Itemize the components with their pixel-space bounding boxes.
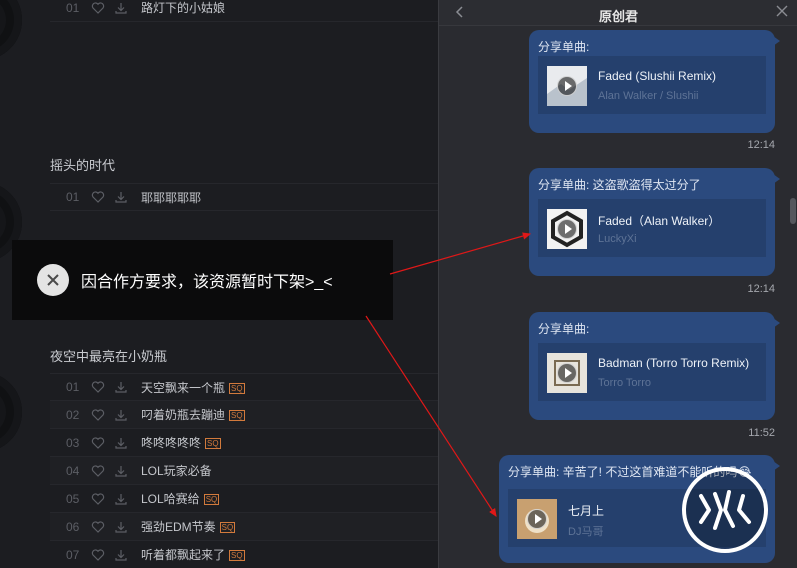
download-icon[interactable] xyxy=(114,1,128,15)
song-row[interactable]: 07 听着都飘起来了 SQ xyxy=(50,541,438,568)
message-timestamp: 12:14 xyxy=(747,283,775,295)
track-number: 07 xyxy=(66,547,80,562)
message-caption: 分享单曲: xyxy=(538,40,590,54)
watermark-logo xyxy=(682,467,768,553)
track-number: 01 xyxy=(66,190,80,204)
toast-notification: 因合作方要求，该资源暂时下架>_< xyxy=(12,240,393,320)
song-row[interactable]: 03 咚咚咚咚咚 SQ xyxy=(50,429,438,457)
album-title[interactable]: 摇头的时代 xyxy=(50,155,115,174)
song-title[interactable]: 天空飘来一个瓶 SQ xyxy=(141,379,245,396)
close-icon[interactable] xyxy=(776,5,788,17)
heart-icon[interactable] xyxy=(91,380,105,394)
song-title-text[interactable]: 听着都飘起来了 xyxy=(141,548,225,562)
heart-icon[interactable] xyxy=(91,1,105,15)
track-number: 06 xyxy=(66,519,80,534)
message-timestamp: 11:52 xyxy=(748,427,775,439)
shared-song-message: 分享单曲: Faded (Slushii Remix) Alan Walker … xyxy=(529,30,780,133)
sq-badge: SQ xyxy=(229,550,245,562)
play-icon[interactable] xyxy=(557,219,577,239)
song-title[interactable]: 耶耶耶耶耶 xyxy=(141,189,201,206)
heart-icon[interactable] xyxy=(91,464,105,478)
shared-song-message: 分享单曲: Badman (Torro Torro Remix) Torro T… xyxy=(529,312,780,420)
song-artist: DJ马哥 xyxy=(568,526,604,538)
song-artist: LuckyXi xyxy=(598,233,637,245)
song-title[interactable]: 咚咚咚咚咚 SQ xyxy=(141,434,221,451)
sq-badge: SQ xyxy=(229,382,245,394)
track-number: 01 xyxy=(66,380,80,394)
download-icon[interactable] xyxy=(114,492,128,506)
song-title-text[interactable]: 咚咚咚咚咚 xyxy=(141,436,201,450)
heart-icon[interactable] xyxy=(91,548,105,562)
download-icon[interactable] xyxy=(114,190,128,204)
song-card[interactable]: Badman (Torro Torro Remix) Torro Torro xyxy=(538,343,766,401)
heart-icon[interactable] xyxy=(91,190,105,204)
song-row[interactable]: 01 路灯下的小姑娘 xyxy=(50,0,438,22)
song-card[interactable]: Faded（Alan Walker） LuckyXi xyxy=(538,199,766,257)
album-cover xyxy=(547,353,587,393)
song-row[interactable]: 06 强劲EDM节奏 SQ xyxy=(50,513,438,541)
sq-badge: SQ xyxy=(219,522,236,534)
song-row[interactable]: 01 天空飘来一个瓶 SQ xyxy=(50,373,438,401)
chat-header: 原创君 xyxy=(439,0,797,26)
download-icon[interactable] xyxy=(114,520,128,534)
album-cover xyxy=(517,499,557,539)
track-number: 02 xyxy=(66,407,80,422)
chat-title: 原创君 xyxy=(598,9,638,24)
song-title[interactable]: LOL玩家必备 xyxy=(141,462,212,479)
album-cover xyxy=(547,66,587,106)
song-title: Badman (Torro Torro Remix) xyxy=(598,356,750,370)
shared-song-message: 分享单曲: 这盗歌盗得太过分了 Faded（Alan Walker） Lucky… xyxy=(529,168,780,276)
scrollbar-thumb[interactable] xyxy=(790,198,796,224)
track-number: 01 xyxy=(66,0,80,15)
play-icon[interactable] xyxy=(557,76,577,96)
sq-badge: SQ xyxy=(205,438,221,450)
song-artist: Torro Torro xyxy=(598,377,651,389)
song-title-text[interactable]: 强劲EDM节奏 xyxy=(141,520,216,534)
track-number: 03 xyxy=(66,435,80,450)
sq-badge: SQ xyxy=(203,494,220,506)
download-icon[interactable] xyxy=(114,464,128,478)
song-row[interactable]: 05 LOL哈赛给 SQ xyxy=(50,485,438,513)
play-icon[interactable] xyxy=(557,363,577,383)
album-title[interactable]: 夜空中最亮在小奶瓶 xyxy=(50,346,167,365)
message-timestamp: 12:14 xyxy=(747,139,775,151)
heart-icon[interactable] xyxy=(91,408,105,422)
song-title-text[interactable]: 叼着奶瓶去蹦迪 xyxy=(141,408,225,422)
track-number: 04 xyxy=(66,463,80,478)
download-icon[interactable] xyxy=(114,548,128,562)
play-icon[interactable] xyxy=(527,509,547,529)
download-icon[interactable] xyxy=(114,408,128,422)
heart-icon[interactable] xyxy=(91,436,105,450)
song-row[interactable]: 04 LOL玩家必备 xyxy=(50,457,438,485)
album-cover xyxy=(547,209,587,249)
song-title-text[interactable]: 天空飘来一个瓶 xyxy=(141,381,225,395)
close-circle-icon[interactable] xyxy=(37,264,69,296)
heart-icon[interactable] xyxy=(91,520,105,534)
sq-badge: SQ xyxy=(229,410,245,422)
song-row[interactable]: 02 叼着奶瓶去蹦迪 SQ xyxy=(50,401,438,429)
message-caption: 分享单曲: 这盗歌盗得太过分了 xyxy=(538,178,701,192)
heart-icon[interactable] xyxy=(91,492,105,506)
song-title[interactable]: 强劲EDM节奏 SQ xyxy=(141,518,236,535)
song-title[interactable]: 路灯下的小姑娘 xyxy=(141,0,225,16)
song-title: 七月上 xyxy=(568,504,605,518)
song-title[interactable]: 叼着奶瓶去蹦迪 SQ xyxy=(141,406,245,423)
song-card[interactable]: Faded (Slushii Remix) Alan Walker / Slus… xyxy=(538,56,766,114)
download-icon[interactable] xyxy=(114,380,128,394)
song-title[interactable]: 听着都飘起来了 SQ xyxy=(141,546,245,563)
album-vinyl-decoration xyxy=(0,372,22,452)
track-number: 05 xyxy=(66,491,80,506)
song-artist: Alan Walker / Slushii xyxy=(598,90,699,102)
message-caption: 分享单曲: xyxy=(538,322,590,336)
scrollbar[interactable] xyxy=(787,26,797,568)
album-vinyl-decoration xyxy=(0,0,22,60)
download-icon[interactable] xyxy=(114,436,128,450)
song-title[interactable]: LOL哈赛给 SQ xyxy=(141,490,220,507)
song-row[interactable]: 01 耶耶耶耶耶 xyxy=(50,183,438,211)
song-title-text[interactable]: LOL玩家必备 xyxy=(141,464,212,478)
song-title-text[interactable]: LOL哈赛给 xyxy=(141,492,200,506)
song-title: Faded（Alan Walker） xyxy=(598,214,721,228)
toast-message: 因合作方要求，该资源暂时下架>_< xyxy=(81,274,333,291)
song-title: Faded (Slushii Remix) xyxy=(598,69,717,83)
